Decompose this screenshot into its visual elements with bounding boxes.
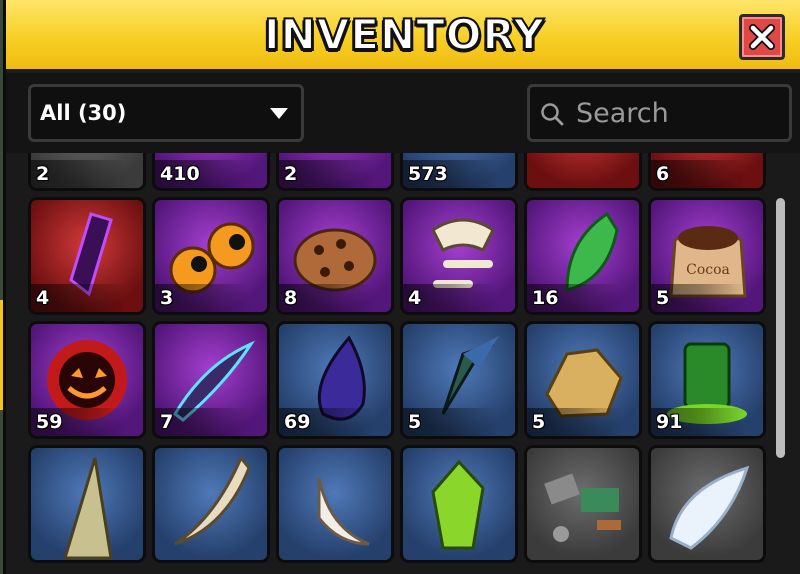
inventory-slot[interactable]: 2 (28, 153, 146, 191)
close-button[interactable] (739, 14, 785, 60)
inventory-slot[interactable]: 16 (524, 197, 642, 315)
search-input[interactable] (576, 97, 776, 129)
item-quantity: 5 (656, 287, 670, 309)
search-box[interactable] (527, 84, 792, 142)
item-quantity: 573 (408, 163, 448, 185)
dropdown-caret-icon (270, 108, 288, 119)
item-quantity: 69 (284, 411, 311, 433)
item-quantity: 8 (284, 287, 298, 309)
inventory-slot[interactable] (276, 445, 394, 563)
inventory-slot[interactable]: 7 (152, 321, 270, 439)
item-quantity: 3 (160, 287, 174, 309)
inventory-slot[interactable]: 6 (648, 153, 766, 191)
item-quantity: 4 (36, 287, 50, 309)
item-quantity: 5 (408, 411, 422, 433)
inventory-slot[interactable]: 4 (400, 197, 518, 315)
inventory-slot[interactable] (524, 153, 642, 191)
inventory-slot[interactable]: 573 (400, 153, 518, 191)
inventory-slot[interactable]: 3 (152, 197, 270, 315)
angel-wing-icon (669, 465, 750, 550)
inventory-slot[interactable] (648, 445, 766, 563)
inventory-slot[interactable]: 4 (28, 197, 146, 315)
item-quantity: 410 (160, 163, 200, 185)
item-grid-viewport[interactable]: ◎ 241025736438416Cocoa5597695591 (6, 153, 800, 574)
inventory-slot[interactable]: 410 (152, 153, 270, 191)
item-quantity: 91 (656, 411, 683, 433)
scrollbar-thumb[interactable] (776, 198, 785, 458)
item-quantity: 4 (408, 287, 422, 309)
ivory-tusk-icon (174, 455, 251, 546)
spiked-horn-icon (62, 457, 113, 560)
toolbar: All (30) (6, 73, 800, 153)
inventory-slot[interactable]: 2 (276, 153, 394, 191)
title-bar: INVENTORY (6, 0, 800, 73)
category-filter-dropdown[interactable]: All (30) (28, 84, 304, 142)
inventory-slot[interactable] (524, 445, 642, 563)
inventory-slot[interactable]: 8 (276, 197, 394, 315)
item-quantity: 2 (36, 163, 50, 185)
inventory-slot[interactable]: 59 (28, 321, 146, 439)
window-title: INVENTORY (263, 9, 545, 60)
scrap-parts-icon (544, 473, 621, 542)
item-quantity: 7 (160, 411, 174, 433)
inventory-slot[interactable]: 91 (648, 321, 766, 439)
item-quantity: 16 (532, 287, 559, 309)
inventory-slot[interactable]: 69 (276, 321, 394, 439)
inventory-slot[interactable] (28, 445, 146, 563)
item-quantity: 6 (656, 163, 670, 185)
magnifier-icon (541, 103, 564, 126)
svg-text:Cocoa: Cocoa (686, 262, 730, 278)
inventory-slot[interactable]: Cocoa 5 (648, 197, 766, 315)
item-quantity: 5 (532, 411, 546, 433)
green-crystal-icon (431, 459, 485, 550)
item-quantity: 59 (36, 411, 63, 433)
filter-label: All (30) (40, 101, 127, 125)
item-quantity: 2 (284, 163, 298, 185)
inventory-window: INVENTORY All (30) ◎ 241025736438416Coco… (3, 0, 800, 574)
close-x-icon (749, 24, 775, 50)
metal-canister-icon (527, 153, 639, 188)
inventory-slot[interactable]: 5 (400, 321, 518, 439)
inventory-slot[interactable] (400, 445, 518, 563)
white-claw-icon (317, 477, 370, 546)
inventory-slot[interactable] (152, 445, 270, 563)
inventory-slot[interactable]: 5 (524, 321, 642, 439)
